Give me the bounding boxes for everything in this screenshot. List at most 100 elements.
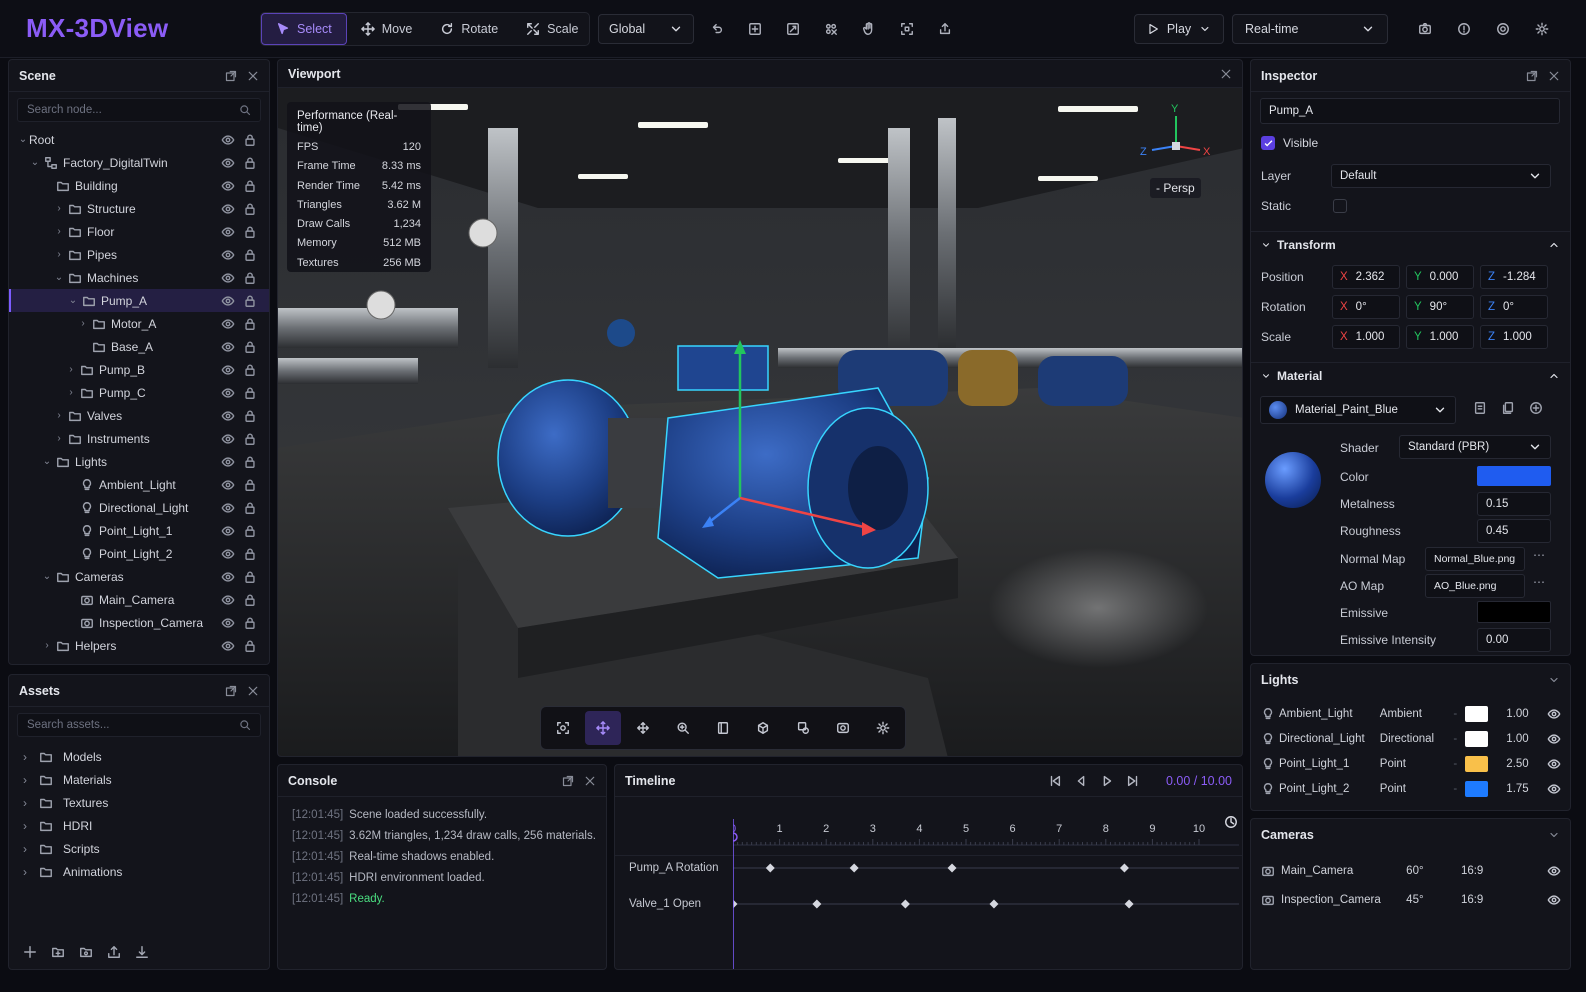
timeline-play-button[interactable] [1100,774,1114,788]
timeline-ruler[interactable]: 012345678910 [733,815,1239,855]
light-color-swatch[interactable] [1465,781,1489,797]
roughness-field[interactable]: 0.45 [1477,519,1551,543]
visibility-toggle[interactable] [221,363,235,377]
asset-folder[interactable]: › HDRI [9,814,269,837]
undo-button[interactable] [702,14,732,44]
lock-toggle[interactable] [243,248,257,262]
chevron-right-icon[interactable]: › [77,318,89,329]
visibility-toggle[interactable] [221,317,235,331]
scene-node[interactable]: › Pump_C [9,381,269,404]
keyframe-marker[interactable] [989,899,999,909]
chevron-right-icon[interactable]: › [23,842,35,856]
light-visibility-toggle[interactable] [1547,732,1561,746]
pan-tool-button[interactable] [625,711,661,745]
asset-folder[interactable]: › Materials [9,768,269,791]
projection-toggle[interactable]: - Persp [1150,178,1201,198]
scene-node[interactable]: › Motor_A [9,312,269,335]
frame-tool-button[interactable] [705,711,741,745]
asset-folder[interactable]: › Animations [9,860,269,883]
normal-map-field[interactable]: Normal_Blue.png [1425,547,1525,571]
screenshot-tool-button[interactable] [825,711,861,745]
export-button[interactable] [930,14,960,44]
scene-node[interactable]: ⌄ Pump_A [9,289,269,312]
coordinate-space-select[interactable]: Global [598,14,694,44]
visibility-toggle[interactable] [221,455,235,469]
visibility-toggle[interactable] [221,409,235,423]
close-button[interactable] [1220,68,1232,80]
lock-toggle[interactable] [243,340,257,354]
upload-button[interactable] [107,945,121,959]
visibility-toggle[interactable] [221,386,235,400]
chevron-right-icon[interactable]: › [53,249,65,260]
scene-node[interactable]: Inspection_Camera [9,611,269,634]
visibility-toggle[interactable] [221,271,235,285]
scene-node[interactable]: › Helpers [9,634,269,657]
scene-node[interactable]: ⌄ Machines [9,266,269,289]
metalness-field[interactable]: 0.15 [1477,492,1551,516]
chevron-right-icon[interactable]: › [53,226,65,237]
scene-node[interactable]: › Pump_B [9,358,269,381]
material-edit-button[interactable] [1473,401,1487,415]
scene-node[interactable]: › Instruments [9,427,269,450]
scene-node[interactable]: Point_Light_2 [9,542,269,565]
shader-select[interactable]: Standard (PBR) [1399,435,1551,459]
lock-toggle[interactable] [243,156,257,170]
orbit-tool-button[interactable] [745,711,781,745]
popout-button[interactable] [1526,70,1538,82]
lock-toggle[interactable] [243,225,257,239]
keyframe-marker[interactable] [900,899,910,909]
keyframe-marker[interactable] [812,899,822,909]
light-visibility-toggle[interactable] [1547,757,1561,771]
transform-x-field[interactable]: X 1.000 [1332,325,1400,349]
keyframe-marker[interactable] [1124,899,1134,909]
visibility-toggle[interactable] [221,524,235,538]
camera-visibility-toggle[interactable] [1547,864,1561,878]
material-section-header[interactable]: Material [1251,362,1570,388]
transform-button[interactable] [892,14,922,44]
screenshot-button[interactable] [1410,14,1440,44]
settings-button[interactable] [1527,14,1557,44]
light-row[interactable]: Ambient_Light Ambient - 1.00 [1261,702,1561,726]
visibility-toggle[interactable] [221,639,235,653]
lock-toggle[interactable] [243,616,257,630]
download-button[interactable] [135,945,149,959]
play-button[interactable]: Play [1134,14,1224,44]
light-visibility-toggle[interactable] [1547,707,1561,721]
import-button[interactable] [79,945,93,959]
scene-node[interactable]: ⌄ Lights [9,450,269,473]
chevron-right-icon[interactable]: › [23,750,35,764]
popout-button[interactable] [562,775,574,787]
chevron-right-icon[interactable]: › [23,773,35,787]
move-tool-button[interactable]: Move [347,13,427,45]
scene-node[interactable]: ⌄ Root [9,128,269,151]
visibility-toggle[interactable] [221,179,235,193]
scene-node[interactable]: Point_Light_1 [9,519,269,542]
transform-y-field[interactable]: Y 0.000 [1406,265,1474,289]
emissive-swatch[interactable] [1477,601,1551,623]
scene-node[interactable]: ⌄ Factory_DigitalTwin [9,151,269,174]
lock-toggle[interactable] [243,478,257,492]
target-button[interactable] [1488,14,1518,44]
scene-node[interactable]: Building [9,174,269,197]
scene-node[interactable]: Directional_Light [9,496,269,519]
visibility-toggle[interactable] [221,616,235,630]
visibility-toggle[interactable] [221,547,235,561]
static-checkbox[interactable] [1333,199,1347,213]
chevron-down-icon[interactable]: ⌄ [17,134,29,145]
layer-select[interactable]: Default [1331,164,1551,188]
lock-toggle[interactable] [243,547,257,561]
scene-node[interactable]: Main_Camera [9,588,269,611]
visibility-toggle[interactable] [221,478,235,492]
ao-map-browse-button[interactable]: ⋯ [1533,575,1545,589]
lock-toggle[interactable] [243,363,257,377]
visibility-toggle[interactable] [221,340,235,354]
viewport-settings-button[interactable] [865,711,901,745]
close-button[interactable] [247,70,259,82]
close-button[interactable] [247,685,259,697]
lock-toggle[interactable] [243,317,257,331]
keyframe-marker[interactable] [947,863,957,873]
light-row[interactable]: Directional_Light Directional - 1.00 [1261,727,1561,751]
chevron-right-icon[interactable]: › [23,796,35,810]
scene-node[interactable]: ⌄ Cameras [9,565,269,588]
lock-toggle[interactable] [243,570,257,584]
